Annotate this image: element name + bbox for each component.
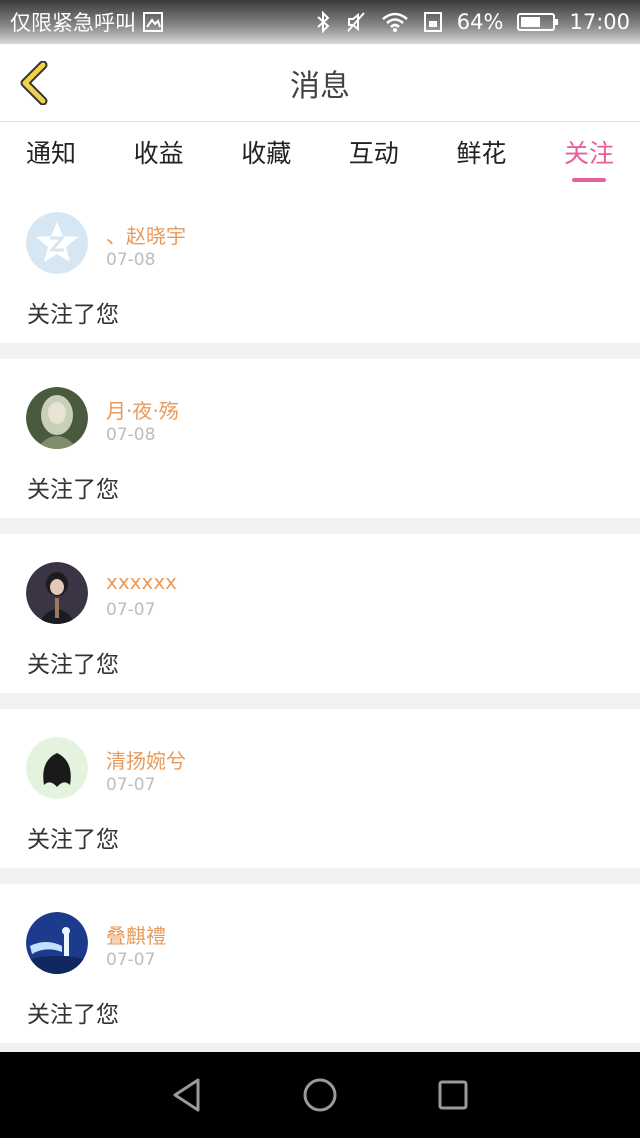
avatar[interactable] xyxy=(26,387,88,449)
status-bar: 仅限紧急呼叫 64% 17:00 xyxy=(0,0,640,44)
back-button[interactable] xyxy=(14,60,54,106)
page-title: 消息 xyxy=(290,68,350,104)
header: 消息 xyxy=(0,44,640,122)
item-date: 07-07 xyxy=(106,775,156,795)
item-message: 关注了您 xyxy=(27,652,119,678)
user-name[interactable]: 月·夜·殇 xyxy=(106,395,179,424)
home-circle-icon xyxy=(303,1078,337,1112)
user-name[interactable]: 叠麒禮 xyxy=(106,920,166,949)
item-date: 07-07 xyxy=(106,950,156,970)
item-message: 关注了您 xyxy=(27,1002,119,1028)
item-date: 07-08 xyxy=(106,425,156,445)
follow-list: 、赵晓宇 07-08 关注了您 月·夜·殇 07-08 关注了您 xxxxxx … xyxy=(0,184,640,1059)
list-item[interactable]: 叠麒禮 07-07 关注了您 xyxy=(0,884,640,1043)
user-name[interactable]: xxxxxx xyxy=(106,570,177,594)
list-item[interactable]: 月·夜·殇 07-08 关注了您 xyxy=(0,359,640,518)
carrier-text: 仅限紧急呼叫 xyxy=(10,11,136,35)
avatar[interactable] xyxy=(26,912,88,974)
tab-favorites[interactable]: 收藏 xyxy=(241,134,291,180)
clock: 17:00 xyxy=(569,10,630,34)
battery-percent: 64% xyxy=(456,10,504,34)
avatar[interactable] xyxy=(26,212,88,274)
avatar[interactable] xyxy=(26,562,88,624)
tab-interactions[interactable]: 互动 xyxy=(349,134,399,180)
item-date: 07-07 xyxy=(106,600,156,620)
avatar[interactable] xyxy=(26,737,88,799)
tab-follows[interactable]: 关注 xyxy=(564,134,614,182)
tab-earnings[interactable]: 收益 xyxy=(134,134,184,180)
nav-home-button[interactable] xyxy=(290,1065,350,1125)
image-icon xyxy=(142,11,164,33)
item-message: 关注了您 xyxy=(27,827,119,853)
wifi-icon xyxy=(381,11,409,33)
tab-flowers[interactable]: 鲜花 xyxy=(456,134,506,180)
list-item[interactable]: xxxxxx 07-07 关注了您 xyxy=(0,534,640,693)
list-item[interactable]: 、赵晓宇 07-08 关注了您 xyxy=(0,184,640,343)
item-message: 关注了您 xyxy=(27,302,119,328)
system-nav-bar xyxy=(0,1052,640,1138)
tab-notifications[interactable]: 通知 xyxy=(26,134,76,180)
mute-icon xyxy=(345,11,367,33)
tab-bar: 通知 收益 收藏 互动 鲜花 关注 xyxy=(0,122,640,184)
nav-recents-button[interactable] xyxy=(423,1065,483,1125)
chevron-left-icon xyxy=(20,61,48,105)
item-message: 关注了您 xyxy=(27,477,119,503)
sim-icon xyxy=(423,11,443,33)
battery-icon xyxy=(517,13,559,31)
user-name[interactable]: 、赵晓宇 xyxy=(106,220,186,249)
user-name[interactable]: 清扬婉兮 xyxy=(106,745,186,774)
nav-back-button[interactable] xyxy=(157,1065,217,1125)
bluetooth-icon xyxy=(315,11,331,33)
item-date: 07-08 xyxy=(106,250,156,270)
recents-square-icon xyxy=(438,1080,468,1110)
list-item[interactable]: 清扬婉兮 07-07 关注了您 xyxy=(0,709,640,868)
back-triangle-icon xyxy=(173,1078,200,1112)
